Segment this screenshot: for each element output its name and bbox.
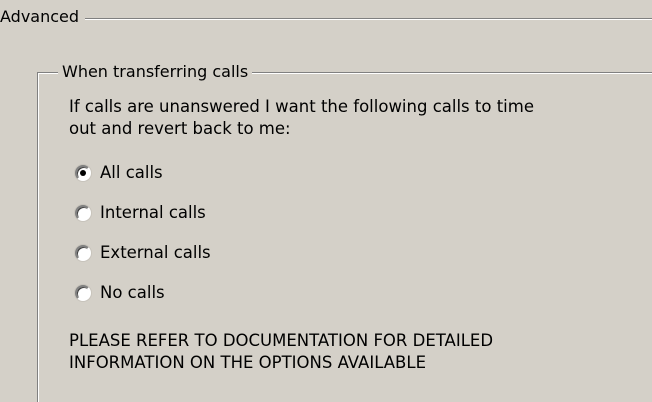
- radio-button-all-calls[interactable]: [75, 165, 91, 181]
- radio-button-no-calls[interactable]: [75, 285, 91, 301]
- advanced-group-border: [85, 18, 652, 20]
- radio-selected-dot: [80, 170, 86, 176]
- radio-label-external-calls[interactable]: External calls: [100, 242, 211, 264]
- radio-button-external-calls[interactable]: [75, 245, 91, 261]
- radio-label-all-calls[interactable]: All calls: [100, 162, 163, 184]
- advanced-group-title: Advanced: [0, 6, 84, 28]
- documentation-note-line-2: INFORMATION ON THE OPTIONS AVAILABLE: [69, 353, 426, 372]
- transfer-description-line-2: out and revert back to me:: [69, 119, 291, 138]
- radio-option-no-calls[interactable]: No calls: [75, 281, 165, 305]
- radio-button-internal-calls[interactable]: [75, 205, 91, 221]
- radio-option-internal-calls[interactable]: Internal calls: [75, 201, 206, 225]
- radio-label-internal-calls[interactable]: Internal calls: [100, 202, 206, 224]
- radio-option-external-calls[interactable]: External calls: [75, 241, 211, 265]
- transfer-description-line-1: If calls are unanswered I want the follo…: [69, 97, 534, 116]
- transfer-group-title: When transferring calls: [58, 61, 253, 83]
- radio-option-all-calls[interactable]: All calls: [75, 161, 163, 185]
- radio-label-no-calls[interactable]: No calls: [100, 282, 165, 304]
- documentation-note-line-1: PLEASE REFER TO DOCUMENTATION FOR DETAIL…: [69, 331, 494, 350]
